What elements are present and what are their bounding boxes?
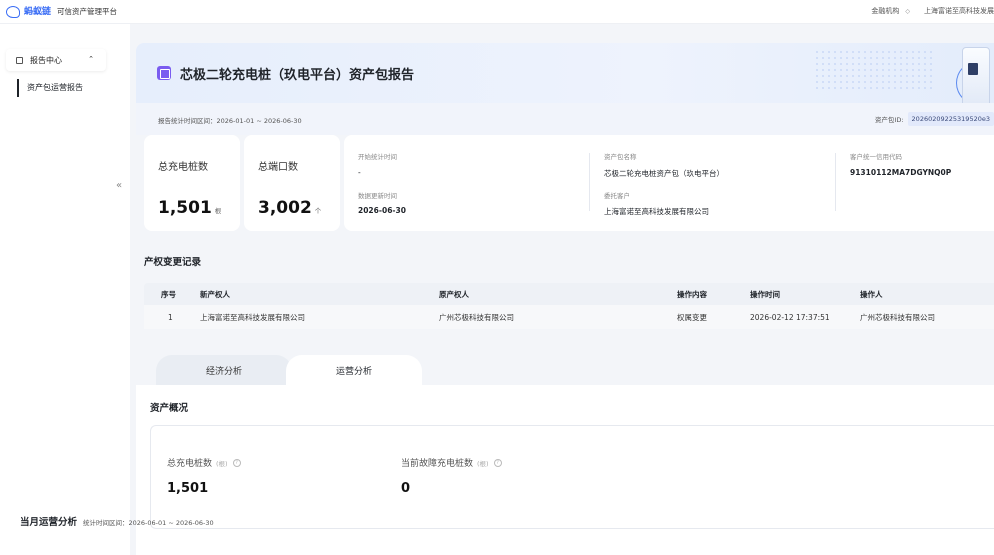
antchain-logo-icon (6, 6, 20, 18)
table-header: 序号 新产权人 原产权人 操作内容 操作时间 操作人 (144, 283, 994, 305)
table-cell: 2026-02-12 17:37:51 (750, 312, 830, 322)
report-period-bar: 报告统计时间区间：2026-01-01 ~ 2026-06-30 资产包ID: … (136, 103, 994, 135)
client-value: 上海富诺至高科技发展有限公司 (604, 207, 709, 216)
report-center-icon (16, 56, 23, 64)
credit-code-label: 客户统一信用代码 (850, 153, 902, 161)
swap-icon: ◇ (905, 7, 910, 15)
table-row[interactable]: 1 上海富诺至高科技发展有限公司 广州芯极科技有限公司 权属变更 2026-02… (144, 305, 994, 329)
table-cell: 权属变更 (677, 312, 707, 322)
help-icon[interactable]: ? (493, 458, 502, 467)
top-bar: 蚂蚁链 ANTCHAIN 可信资产管理平台 金融机构 ◇ 上海富诺至高科技发展 (0, 0, 994, 24)
monthly-title: 当月运营分析 (20, 517, 78, 528)
monthly-period: 统计时间区间：2026-06-01 ~ 2026-06-30 (83, 519, 214, 527)
collapse-sidebar-icon[interactable]: « (116, 180, 122, 191)
chevron-up-icon[interactable]: ⌃ (88, 55, 94, 63)
brand-sub: ANTCHAIN (24, 11, 49, 16)
col-header: 操作人 (860, 289, 883, 299)
sidebar-item-asset-report[interactable]: 资产包运营报告 (17, 79, 83, 97)
platform-name: 可信资产管理平台 (57, 7, 117, 16)
org-type-select[interactable]: 金融机构 ◇ (871, 6, 910, 16)
metric-label: 总充电桩数 (167, 459, 213, 469)
update-time-label: 数据更新时间 (358, 192, 397, 200)
stat-value: 1,501 根 (158, 198, 222, 218)
col-header: 新产权人 (200, 289, 230, 299)
menu-group-report-center[interactable]: 报告中心 ⌃ (6, 49, 106, 71)
col-header: 操作内容 (677, 289, 707, 299)
monthly-analysis-header: 当月运营分析 统计时间区间：2026-06-01 ~ 2026-06-30 (20, 514, 214, 528)
menu-group-label: 报告中心 (30, 55, 62, 65)
divider (835, 153, 836, 211)
table-cell: 广州芯极科技有限公司 (860, 312, 935, 322)
stat-label: 总端口数 (258, 162, 298, 173)
ownership-title: 产权变更记录 (144, 257, 202, 268)
table-cell: 广州芯极科技有限公司 (439, 312, 514, 322)
divider (589, 153, 590, 211)
asset-id-value[interactable]: 20260209225319520e3 (907, 112, 994, 126)
org-type-label: 金融机构 (871, 7, 900, 15)
client-label: 委托客户 (604, 192, 630, 200)
tab-economic-analysis[interactable]: 经济分析 (156, 355, 292, 385)
metric-unit: (根) (477, 459, 489, 468)
report-title: 芯极二轮充电桩（玖电平台）资产包报告 (180, 68, 415, 83)
stat-total-piles: 总充电桩数 1,501 根 (144, 135, 240, 231)
asset-id: 资产包ID: 20260209225319520e3 (875, 112, 994, 126)
help-icon[interactable]: ? (232, 458, 241, 467)
metric-value: 1,501 (167, 481, 209, 496)
package-name-value: 芯极二轮充电桩资产包（玖电平台） (604, 169, 724, 178)
asset-info-card: 开始统计时间 - 数据更新时间 2026-06-30 资产包名称 芯极二轮充电桩… (344, 135, 994, 231)
table-cell: 1 (168, 312, 173, 322)
start-time-label: 开始统计时间 (358, 153, 397, 161)
sidebar: 报告中心 ⌃ 资产包运营报告 (0, 24, 116, 555)
col-header: 操作时间 (750, 289, 780, 299)
metric-label: 当前故障充电桩数 (401, 459, 474, 469)
ownership-table: 序号 新产权人 原产权人 操作内容 操作时间 操作人 1 上海富诺至高科技发展有… (144, 283, 994, 329)
asset-id-label: 资产包ID: (874, 116, 904, 124)
top-right-area: 金融机构 ◇ 上海富诺至高科技发展 (871, 6, 994, 16)
asset-overview-panel: 资产概况 总充电桩数 (根) ? 1,501 当前故障充电桩数 (根) ? 0 (136, 385, 994, 555)
decorative-dots (814, 49, 934, 93)
report-header: 芯极二轮充电桩（玖电平台）资产包报告 (136, 43, 994, 117)
col-header: 原产权人 (439, 289, 469, 299)
stat-total-ports: 总端口数 3,002 个 (244, 135, 340, 231)
overview-title: 资产概况 (150, 403, 189, 414)
col-header: 序号 (161, 289, 176, 299)
overview-metrics-box: 总充电桩数 (根) ? 1,501 当前故障充电桩数 (根) ? 0 (150, 425, 994, 529)
tab-operation-analysis[interactable]: 运营分析 (286, 355, 422, 385)
start-time-value: - (358, 168, 361, 177)
company-name[interactable]: 上海富诺至高科技发展 (924, 6, 994, 16)
update-time-value: 2026-06-30 (358, 206, 406, 215)
analysis-tabs: 经济分析 运营分析 (136, 355, 994, 385)
credit-code-value: 91310112MA7DGYNQ0P (850, 168, 952, 177)
metric-faulty-piles: 当前故障充电桩数 (根) ? 0 (401, 456, 502, 496)
package-name-label: 资产包名称 (604, 153, 637, 161)
metric-value: 0 (401, 481, 411, 496)
stat-value: 3,002 个 (258, 198, 322, 218)
main-content: 芯极二轮充电桩（玖电平台）资产包报告 报告统计时间区间：2026-01-01 ~… (130, 24, 994, 555)
table-cell: 上海富诺至高科技发展有限公司 (200, 312, 305, 322)
metric-total-piles: 总充电桩数 (根) ? 1,501 (167, 456, 241, 496)
report-period: 报告统计时间区间：2026-01-01 ~ 2026-06-30 (158, 117, 302, 125)
metric-unit: (根) (216, 459, 228, 468)
stat-label: 总充电桩数 (158, 162, 208, 173)
report-icon (157, 66, 171, 80)
